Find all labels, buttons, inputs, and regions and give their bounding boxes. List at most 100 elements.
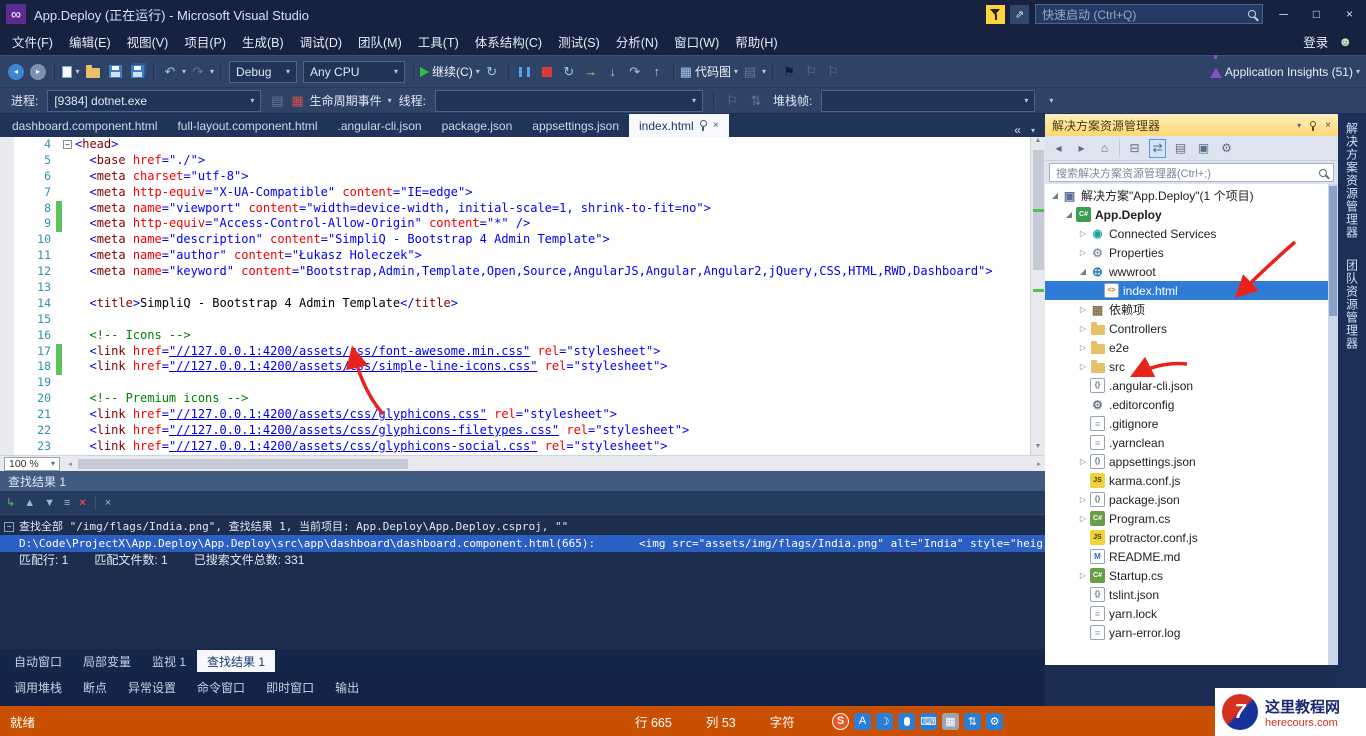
side-tab[interactable]: 团队资源管理器 [1344,259,1361,350]
home-icon[interactable]: ⌂ [1096,139,1113,158]
next-result-icon[interactable]: ▼ [44,497,55,509]
menu-item[interactable]: 编辑(E) [61,27,119,56]
sync-with-active-icon[interactable]: ⇄ [1149,139,1166,158]
collapse-results-icon[interactable]: − [4,522,14,532]
code-line[interactable]: 19 [0,375,1030,391]
debug-config-dropdown[interactable]: Debug▾ [229,61,297,83]
tree-item[interactable]: ▷{}appsettings.json [1045,452,1338,471]
code-line[interactable]: 16 <!-- Icons --> [0,328,1030,344]
ime-updown-icon[interactable]: ⇅ [964,713,981,730]
menu-item[interactable]: 分析(N) [608,27,666,56]
menu-item[interactable]: 项目(P) [176,27,234,56]
solution-explorer-header[interactable]: 解决方案资源管理器 ▾ × [1045,114,1338,136]
restart-app-icon[interactable]: ↻ [482,60,502,84]
clear-results-icon[interactable]: ≡ [64,497,70,509]
breakpoint-margin[interactable] [0,216,14,232]
breakpoint-margin[interactable] [0,423,14,439]
scroll-up-icon[interactable]: ▲ [1035,137,1042,149]
fold-collapse-icon[interactable]: − [63,140,72,149]
breakpoint-margin[interactable] [0,264,14,280]
tool-tab[interactable]: 异常设置 [118,676,186,698]
tree-item[interactable]: ▷C#Program.cs [1045,509,1338,528]
code-line[interactable]: 10 <meta name="description" content="Sim… [0,232,1030,248]
send-feedback-icon[interactable]: ⇗ [1010,5,1029,24]
find-match-row[interactable]: D:\Code\ProjectX\App.Deploy\App.Deploy\s… [0,535,1045,552]
sogou-icon[interactable]: S [832,713,849,730]
goto-location-icon[interactable]: ↳ [6,496,15,509]
tool-tab[interactable]: 即时窗口 [256,676,324,698]
lifecycle-events-button[interactable]: ▦生命周期事件▾ [291,89,391,113]
maximize-button[interactable]: □ [1300,0,1333,28]
ime-language-icon[interactable]: A [854,713,871,730]
quick-launch-input[interactable]: 快速启动 (Ctrl+Q) [1035,4,1263,24]
breakpoint-margin[interactable] [0,201,14,217]
platform-dropdown[interactable]: Any CPU▾ [303,61,405,83]
tree-item[interactable]: ▷{}package.json [1045,490,1338,509]
tree-item[interactable]: {}tslint.json [1045,585,1338,604]
nav-forward-icon[interactable]: ▸ [28,60,48,84]
new-file-icon[interactable]: ▾ [61,60,81,84]
code-line[interactable]: 6 <meta charset="utf-8"> [0,169,1030,185]
code-line[interactable]: 15 [0,312,1030,328]
code-line[interactable]: 17 <link href="//127.0.0.1:4200/assets/c… [0,344,1030,360]
code-line[interactable]: 11 <meta name="author" content="Łukasz H… [0,248,1030,264]
breakpoint-margin[interactable] [0,439,14,455]
tree-item[interactable]: JSprotractor.conf.js [1045,528,1338,547]
document-tab[interactable]: appsettings.json [522,114,629,137]
continue-button[interactable]: 继续(C)▾ [420,60,480,84]
show-all-files-icon[interactable]: ▤ [1172,139,1189,158]
code-line[interactable]: 21 <link href="//127.0.0.1:4200/assets/c… [0,407,1030,423]
menu-item[interactable]: 测试(S) [550,27,608,56]
code-map-button[interactable]: ▦代码图▾ [680,60,738,84]
breakpoint-margin[interactable] [0,312,14,328]
step-into-icon[interactable]: ↓ [603,60,623,84]
toolbar-overflow-icon[interactable]: ▾ [1041,89,1061,113]
tree-item[interactable]: ≡.gitignore [1045,414,1338,433]
thread-updown-icon[interactable]: ⇅ [746,89,766,113]
code-area[interactable]: 4−<head>5 <base href="./">6 <meta charse… [0,137,1030,455]
undo-icon[interactable]: ↶ [160,60,180,84]
tab-overflow-icon[interactable]: « [1014,123,1021,137]
tab-list-caret-icon[interactable]: ▾ [1031,126,1035,135]
breakpoint-margin[interactable] [0,296,14,312]
tool-tab[interactable]: 局部变量 [73,650,141,672]
thread-dropdown[interactable]: ▾ [435,90,703,112]
expander-icon[interactable]: ▷ [1077,457,1089,466]
expander-icon[interactable]: ◢ [1049,191,1061,200]
code-line[interactable]: 20 <!-- Premium icons --> [0,391,1030,407]
code-line[interactable]: 12 <meta name="keyword" content="Bootstr… [0,264,1030,280]
process-list-icon[interactable]: ▤ [267,89,287,113]
breakpoint-margin[interactable] [0,407,14,423]
scroll-down-icon[interactable]: ▼ [1035,443,1042,455]
code-line[interactable]: 8 <meta name="viewport" content="width=d… [0,201,1030,217]
code-line[interactable]: 4−<head> [0,137,1030,153]
stack-frame-dropdown[interactable]: ▾ [821,90,1035,112]
tree-item[interactable]: <>index.html [1045,281,1338,300]
step-over-icon[interactable]: ↷ [625,60,645,84]
tree-item[interactable]: ≡.yarnclean [1045,433,1338,452]
tree-item[interactable]: ⚙.editorconfig [1045,395,1338,414]
mic-icon[interactable] [898,713,915,730]
expander-icon[interactable]: ▷ [1077,229,1089,238]
undo-caret-icon[interactable]: ▾ [182,67,186,76]
flag-threads-icon[interactable]: ⚐ [722,89,742,113]
save-all-icon[interactable] [127,60,147,84]
bookmark-icon[interactable]: ⚑ [779,60,799,84]
application-insights-button[interactable]: Application Insights (51)▾ [1210,60,1360,84]
tool-tab[interactable]: 输出 [325,676,369,698]
document-tab[interactable]: full-layout.component.html [167,114,327,137]
breakpoint-margin[interactable] [0,232,14,248]
code-line[interactable]: 9 <meta http-equiv="Access-Control-Allow… [0,216,1030,232]
step-out-icon[interactable]: ↑ [647,60,667,84]
tree-item[interactable]: ◢⊕wwwroot [1045,262,1338,281]
menu-item[interactable]: 视图(V) [119,27,177,56]
document-tab[interactable]: package.json [432,114,523,137]
tree-item[interactable]: ◢C#App.Deploy [1045,205,1338,224]
tool-tab[interactable]: 调用堆栈 [4,676,72,698]
breakpoint-margin[interactable] [0,153,14,169]
menu-item[interactable]: 体系结构(C) [467,27,550,56]
solution-search-input[interactable]: 搜索解决方案资源管理器(Ctrl+;) [1049,163,1334,182]
feedback-filter-icon[interactable] [986,5,1005,24]
properties-icon[interactable]: ⚙ [1218,139,1235,158]
breakpoint-margin[interactable] [0,137,14,153]
